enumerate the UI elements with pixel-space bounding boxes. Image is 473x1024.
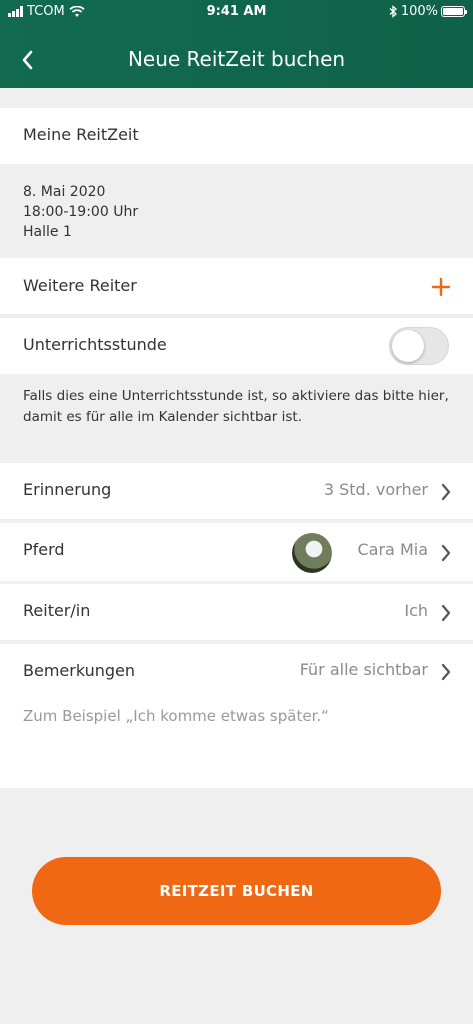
page-title: Neue ReitZeit buchen [127,47,346,71]
my-ride-heading: Meine ReitZeit [23,125,139,144]
lesson-toggle[interactable] [389,327,449,365]
ride-info: 8. Mai 2020 18:00-19:00 Uhr Halle 1 [23,182,138,242]
status-right: 100% [389,4,467,19]
horse-row[interactable]: Pferd Cara Mia [0,523,473,581]
book-ride-button[interactable]: REITZEIT BUCHEN [32,857,441,925]
chevron-right-icon [441,663,451,681]
horse-value: Cara Mia [357,540,429,559]
horse-label: Pferd [23,540,65,559]
rider-value: Ich [404,601,428,620]
plus-icon[interactable] [431,277,451,297]
battery-percent: 100% [400,4,438,19]
my-ride-section: Meine ReitZeit [0,108,473,164]
ride-date: 8. Mai 2020 [23,184,106,200]
reminder-label: Erinnerung [23,480,112,499]
chevron-right-icon [441,483,451,501]
lesson-label: Unterrichtsstunde [23,335,167,354]
more-riders-row[interactable]: Weitere Reiter [0,258,473,314]
remarks-label: Bemerkungen [23,661,136,680]
rider-label: Reiter/in [23,601,91,620]
status-bar: TCOM 9:41 AM 100% [0,0,473,26]
remarks-input[interactable]: Zum Beispiel „Ich komme etwas später.“ [23,707,329,725]
remarks-visibility[interactable]: Für alle sichtbar [300,660,428,679]
rider-row[interactable]: Reiter/in Ich [0,584,473,640]
toggle-knob [392,330,424,362]
more-riders-label: Weitere Reiter [23,276,137,295]
my-ride-details: 8. Mai 2020 18:00-19:00 Uhr Halle 1 [0,164,473,257]
ride-time: 18:00-19:00 Uhr [23,204,139,220]
horse-avatar [292,533,332,573]
bluetooth-icon [389,5,397,18]
app-header: TCOM 9:41 AM 100% Neue ReitZeit buchen [0,0,473,88]
battery-icon [441,6,467,17]
reminder-value: 3 Std. vorher [323,480,428,499]
lesson-hint: Falls dies eine Unterrichtsstunde ist, s… [23,388,449,425]
ride-place: Halle 1 [23,224,72,240]
chevron-right-icon [441,604,451,622]
chevron-right-icon [441,544,451,562]
reminder-row[interactable]: Erinnerung 3 Std. vorher [0,463,473,519]
